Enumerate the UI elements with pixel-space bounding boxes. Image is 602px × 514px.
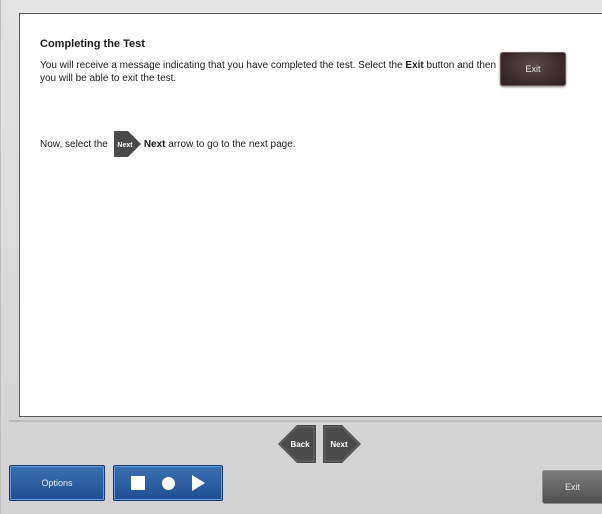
next-arrow-button[interactable]: Next bbox=[322, 424, 362, 464]
next-instruction-prefix: Now, select the bbox=[40, 138, 108, 150]
next-instruction: Now, select the Next Next arrow to go to… bbox=[40, 129, 296, 159]
content-panel: Completing the Test You will receive a m… bbox=[19, 13, 602, 417]
exit-button[interactable]: Exit bbox=[542, 470, 602, 504]
content-divider bbox=[9, 420, 602, 422]
page-title: Completing the Test bbox=[40, 38, 145, 50]
instruction-text: You will receive a message indicating th… bbox=[40, 60, 406, 71]
stop-icon[interactable] bbox=[130, 476, 145, 490]
exit-illustration-label: Exit bbox=[525, 64, 541, 74]
instruction-paragraph: You will receive a message indicating th… bbox=[40, 59, 510, 85]
exit-button-label: Exit bbox=[564, 482, 580, 492]
next-arrow-label: Next bbox=[330, 440, 348, 449]
exit-button-illustration: Exit bbox=[500, 52, 566, 86]
options-button-label: Options bbox=[41, 478, 73, 488]
back-arrow-label: Back bbox=[290, 440, 310, 449]
options-button[interactable]: Options bbox=[9, 465, 105, 501]
media-controls bbox=[113, 465, 223, 501]
record-icon[interactable] bbox=[161, 476, 175, 490]
back-arrow-button[interactable]: Back bbox=[277, 424, 317, 464]
next-arrow-icon: Next bbox=[112, 129, 142, 159]
next-instruction-bold: Next bbox=[143, 138, 166, 150]
next-instruction-tail: arrow to go to the next page. bbox=[168, 138, 296, 150]
next-icon-label: Next bbox=[117, 142, 133, 149]
app-frame: Completing the Test You will receive a m… bbox=[0, 0, 602, 514]
play-icon[interactable] bbox=[192, 475, 206, 491]
instruction-bold-exit: Exit bbox=[405, 60, 424, 71]
